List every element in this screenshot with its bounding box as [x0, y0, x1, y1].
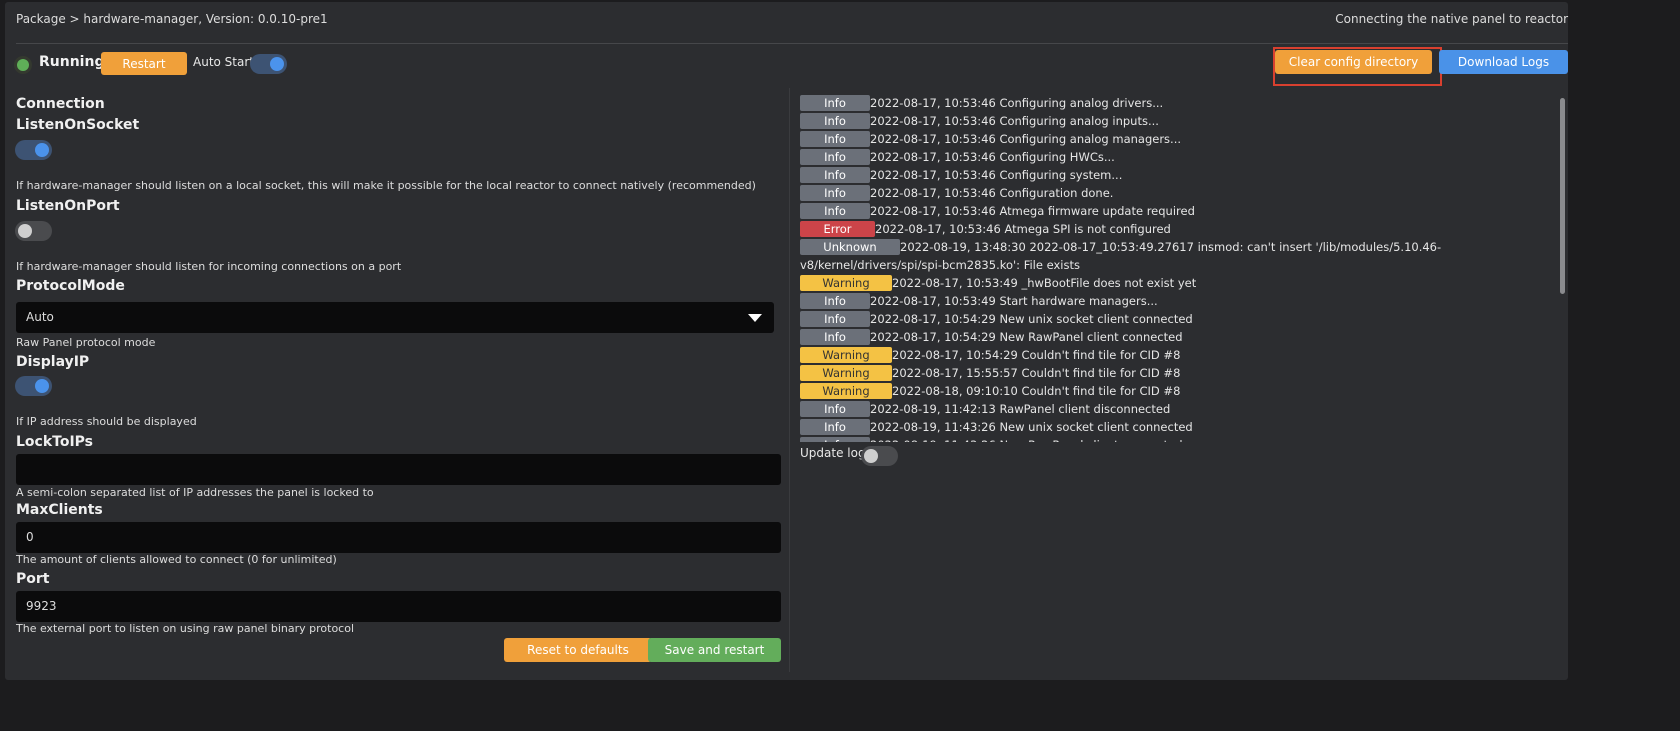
log-scrollbar-thumb[interactable] — [1560, 98, 1565, 294]
log-message: 2022-08-18, 09:10:10 Couldn't find tile … — [892, 384, 1181, 398]
log-message: 2022-08-17, 10:54:29 New unix socket cli… — [870, 312, 1193, 326]
log-entry: Info 2022-08-17, 10:53:46 Atmega firmware… — [800, 202, 1556, 220]
package-panel: Package > hardware-manager, Version: 0.0… — [5, 2, 1568, 680]
log-entry: Info 2022-08-17, 10:53:49 Start hardware … — [800, 292, 1556, 310]
package-description: Connecting the native panel to reactor — [1335, 12, 1568, 26]
log-message: 2022-08-17, 10:54:29 Couldn't find tile … — [892, 348, 1181, 362]
listen-on-socket-label: ListenOnSocket — [16, 117, 140, 133]
column-divider — [789, 88, 790, 672]
log-level-badge: Warning — [800, 383, 892, 399]
log-entry: Error 2022-08-17, 10:53:46 Atmega SPI is … — [800, 220, 1556, 238]
log-level-badge: Info — [800, 131, 870, 147]
log-level-badge: Warning — [800, 365, 892, 381]
status-indicator-icon — [17, 59, 29, 71]
log-entry: Info 2022-08-17, 10:53:46 Configuring HWC… — [800, 148, 1556, 166]
log-entry: Info 2022-08-17, 10:53:46 Configuring ana… — [800, 130, 1556, 148]
log-level-badge: Info — [800, 113, 870, 129]
log-level-badge: Warning — [800, 275, 892, 291]
divider — [16, 43, 1568, 44]
log-level-badge: Info — [800, 167, 870, 183]
log-entry: Info2022-08-19, 11:43:26 New RawPanel cl… — [800, 436, 1556, 442]
chevron-down-icon — [748, 314, 762, 322]
listen-on-port-toggle[interactable] — [15, 221, 52, 241]
save-and-restart-button[interactable]: Save and restart — [648, 638, 781, 662]
log-level-badge: Warning — [800, 347, 892, 363]
lock-to-ips-label: LockToIPs — [16, 434, 94, 450]
auto-start-toggle[interactable] — [250, 54, 287, 74]
log-level-badge: Info — [800, 437, 870, 442]
log-message: 2022-08-17, 10:53:46 Configuration done. — [870, 186, 1114, 200]
log-entry: Unknown 2022-08-19, 13:48:30 2022-08-17_1… — [800, 238, 1556, 274]
log-message: 2022-08-17, 10:53:46 Configuring HWCs... — [870, 150, 1115, 164]
log-level-badge: Info — [800, 329, 870, 345]
log-list: Info 2022-08-17, 10:53:46 Configuring ana… — [800, 94, 1556, 442]
log-message: 2022-08-17, 10:53:46 Atmega SPI is not c… — [875, 222, 1171, 236]
log-entry: Info 2022-08-17, 10:53:46 Configuration d… — [800, 184, 1556, 202]
log-level-badge: Info — [800, 293, 870, 309]
auto-start-label: Auto Start — [193, 55, 254, 69]
log-level-badge: Info — [800, 401, 870, 417]
protocol-mode-label: ProtocolMode — [16, 278, 125, 294]
update-log-toggle[interactable] — [861, 446, 898, 466]
log-message: 2022-08-17, 10:53:49 _hwBootFile does no… — [892, 276, 1197, 290]
log-entry: Info 2022-08-17, 10:54:29 New RawPanel cl… — [800, 328, 1556, 346]
log-entry: Info 2022-08-19, 11:43:26 New unix socket… — [800, 418, 1556, 436]
log-level-badge: Info — [800, 149, 870, 165]
log-entry: Info 2022-08-17, 10:54:29 New unix socket… — [800, 310, 1556, 328]
listen-on-socket-desc: If hardware-manager should listen on a l… — [16, 179, 756, 192]
max-clients-input[interactable]: 0 — [16, 522, 781, 553]
port-label: Port — [16, 571, 50, 587]
download-logs-button[interactable]: Download Logs — [1439, 50, 1568, 74]
max-clients-desc: The amount of clients allowed to connect… — [16, 553, 337, 566]
log-entry: Info 2022-08-17, 10:53:46 Configuring ana… — [800, 112, 1556, 130]
display-ip-label: DisplayIP — [16, 354, 90, 370]
log-level-badge: Info — [800, 311, 870, 327]
max-clients-label: MaxClients — [16, 502, 103, 518]
breadcrumb: Package > hardware-manager, Version: 0.0… — [16, 12, 328, 26]
log-entry: Warning 2022-08-17, 15:55:57 Couldn't fin… — [800, 364, 1556, 382]
log-level-badge: Info — [800, 185, 870, 201]
protocol-mode-desc: Raw Panel protocol mode — [16, 336, 156, 349]
log-entry: Warning 2022-08-17, 10:54:29 Couldn't fin… — [800, 346, 1556, 364]
log-message: 2022-08-17, 10:53:46 Configuring analog … — [870, 96, 1164, 110]
status-label: Running — [39, 54, 105, 70]
restart-button[interactable]: Restart — [101, 52, 187, 75]
log-level-badge: Info — [800, 95, 870, 111]
log-message: 2022-08-17, 15:55:57 Couldn't find tile … — [892, 366, 1181, 380]
log-entry: Warning 2022-08-18, 09:10:10 Couldn't fin… — [800, 382, 1556, 400]
log-entry: Info 2022-08-17, 10:53:46 Configuring sys… — [800, 166, 1556, 184]
log-level-badge: Info — [800, 203, 870, 219]
log-level-badge: Error — [800, 221, 875, 237]
reset-to-defaults-button[interactable]: Reset to defaults — [504, 638, 652, 662]
protocol-mode-value: Auto — [26, 310, 54, 324]
log-message: 2022-08-17, 10:53:46 Configuring analog … — [870, 132, 1182, 146]
log-entry: Info 2022-08-17, 10:53:46 Configuring ana… — [800, 94, 1556, 112]
display-ip-toggle[interactable] — [15, 376, 52, 396]
log-message: 2022-08-17, 10:53:46 Configuring analog … — [870, 114, 1159, 128]
log-message: 2022-08-19, 11:43:26 New RawPanel client… — [870, 436, 1183, 442]
log-message: 2022-08-19, 11:43:26 New unix socket cli… — [870, 420, 1193, 434]
display-ip-desc: If IP address should be displayed — [16, 415, 197, 428]
log-level-badge: Info — [800, 419, 870, 435]
port-input[interactable]: 9923 — [16, 591, 781, 622]
listen-on-port-desc: If hardware-manager should listen for in… — [16, 260, 402, 273]
log-entry: Warning 2022-08-17, 10:53:49 _hwBootFile … — [800, 274, 1556, 292]
clear-config-directory-button[interactable]: Clear config directory — [1275, 50, 1432, 74]
protocol-mode-select[interactable]: Auto — [16, 302, 774, 333]
section-title: Connection — [16, 96, 105, 112]
log-message: 2022-08-17, 10:53:49 Start hardware mana… — [870, 294, 1158, 308]
log-message: 2022-08-17, 10:54:29 New RawPanel client… — [870, 330, 1183, 344]
update-log-label: Update log — [800, 446, 866, 460]
log-message: 2022-08-19, 11:42:13 RawPanel client dis… — [870, 402, 1171, 416]
log-message: 2022-08-17, 10:53:46 Atmega firmware upd… — [870, 204, 1195, 218]
lock-to-ips-desc: A semi-colon separated list of IP addres… — [16, 486, 374, 499]
port-desc: The external port to listen on using raw… — [16, 622, 355, 635]
log-message: 2022-08-17, 10:53:46 Configuring system.… — [870, 168, 1123, 182]
log-level-badge: Unknown — [800, 239, 900, 255]
log-entry: Info 2022-08-19, 11:42:13 RawPanel client… — [800, 400, 1556, 418]
listen-on-port-label: ListenOnPort — [16, 198, 120, 214]
listen-on-socket-toggle[interactable] — [15, 140, 52, 160]
lock-to-ips-input[interactable] — [16, 454, 781, 485]
